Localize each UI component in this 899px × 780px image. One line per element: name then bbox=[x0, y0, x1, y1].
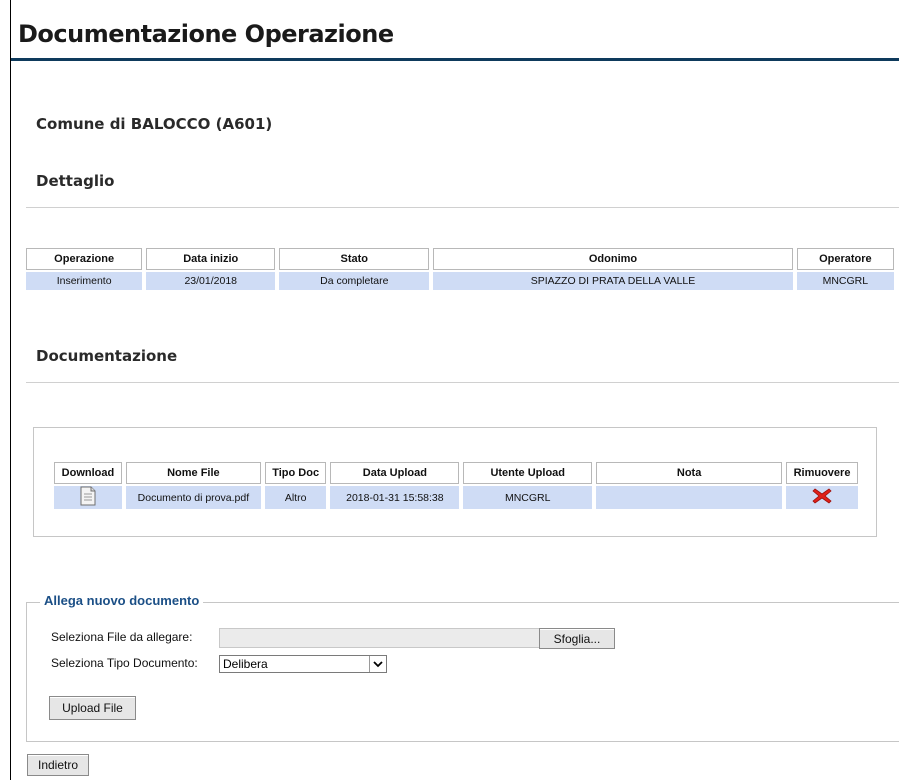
col-header-utente-upload: Utente Upload bbox=[463, 462, 593, 484]
cell-nota bbox=[596, 486, 783, 509]
dettaglio-heading: Dettaglio bbox=[36, 172, 115, 190]
tipo-selected-value: Delibera bbox=[223, 657, 268, 671]
col-header-tipo-doc: Tipo Doc bbox=[264, 462, 327, 484]
tipo-documento-select[interactable]: Delibera bbox=[219, 655, 387, 673]
col-header-operazione: Operazione bbox=[26, 248, 143, 270]
upload-file-button[interactable]: Upload File bbox=[49, 696, 136, 720]
chevron-down-icon[interactable] bbox=[369, 656, 386, 672]
comune-heading: Comune di BALOCCO (A601) bbox=[36, 115, 273, 133]
remove-icon[interactable] bbox=[812, 487, 832, 508]
dettaglio-divider bbox=[26, 207, 899, 208]
upload-fieldset bbox=[26, 602, 899, 742]
col-header-stato: Stato bbox=[279, 248, 430, 270]
cell-rimuovere bbox=[786, 486, 858, 509]
documentazione-divider bbox=[26, 382, 899, 383]
col-header-data-upload: Data Upload bbox=[330, 462, 460, 484]
col-header-operatore: Operatore bbox=[796, 248, 894, 270]
cell-nome-file: Documento di prova.pdf bbox=[125, 486, 261, 509]
table-header-row: Operazione Data inizio Stato Odonimo Ope… bbox=[26, 248, 894, 270]
tipo-label: Seleziona Tipo Documento: bbox=[51, 656, 198, 670]
cell-download bbox=[54, 486, 122, 509]
col-header-download: Download bbox=[54, 462, 122, 484]
back-button[interactable]: Indietro bbox=[27, 754, 89, 776]
page-title: Documentazione Operazione bbox=[18, 20, 394, 48]
col-header-rimuovere: Rimuovere bbox=[786, 462, 858, 484]
table-header-row: Download Nome File Tipo Doc Data Upload … bbox=[54, 462, 858, 484]
col-header-odonimo: Odonimo bbox=[433, 248, 793, 270]
dettaglio-table: Operazione Data inizio Stato Odonimo Ope… bbox=[22, 246, 898, 292]
col-header-data-inizio: Data inizio bbox=[146, 248, 276, 270]
table-row: Inserimento 23/01/2018 Da completare SPI… bbox=[26, 272, 894, 290]
cell-data-upload: 2018-01-31 15:58:38 bbox=[330, 486, 460, 509]
file-label: Seleziona File da allegare: bbox=[51, 630, 193, 644]
col-header-nome-file: Nome File bbox=[125, 462, 261, 484]
cell-odonimo: SPIAZZO DI PRATA DELLA VALLE bbox=[433, 272, 793, 290]
page-left-border bbox=[10, 0, 11, 780]
cell-data-inizio: 23/01/2018 bbox=[146, 272, 276, 290]
file-input[interactable] bbox=[219, 628, 541, 648]
cell-tipo-doc: Altro bbox=[264, 486, 327, 509]
documents-table: Download Nome File Tipo Doc Data Upload … bbox=[50, 460, 862, 511]
table-row: Documento di prova.pdf Altro 2018-01-31 … bbox=[54, 486, 858, 509]
cell-operatore: MNCGRL bbox=[796, 272, 894, 290]
browse-button[interactable]: Sfoglia... bbox=[539, 628, 615, 649]
cell-utente-upload: MNCGRL bbox=[463, 486, 593, 509]
upload-legend: Allega nuovo documento bbox=[40, 593, 204, 608]
title-underline bbox=[11, 58, 899, 61]
cell-stato: Da completare bbox=[279, 272, 430, 290]
documentazione-heading: Documentazione bbox=[36, 347, 178, 365]
file-icon[interactable] bbox=[80, 486, 96, 509]
cell-operazione: Inserimento bbox=[26, 272, 143, 290]
col-header-nota: Nota bbox=[596, 462, 783, 484]
